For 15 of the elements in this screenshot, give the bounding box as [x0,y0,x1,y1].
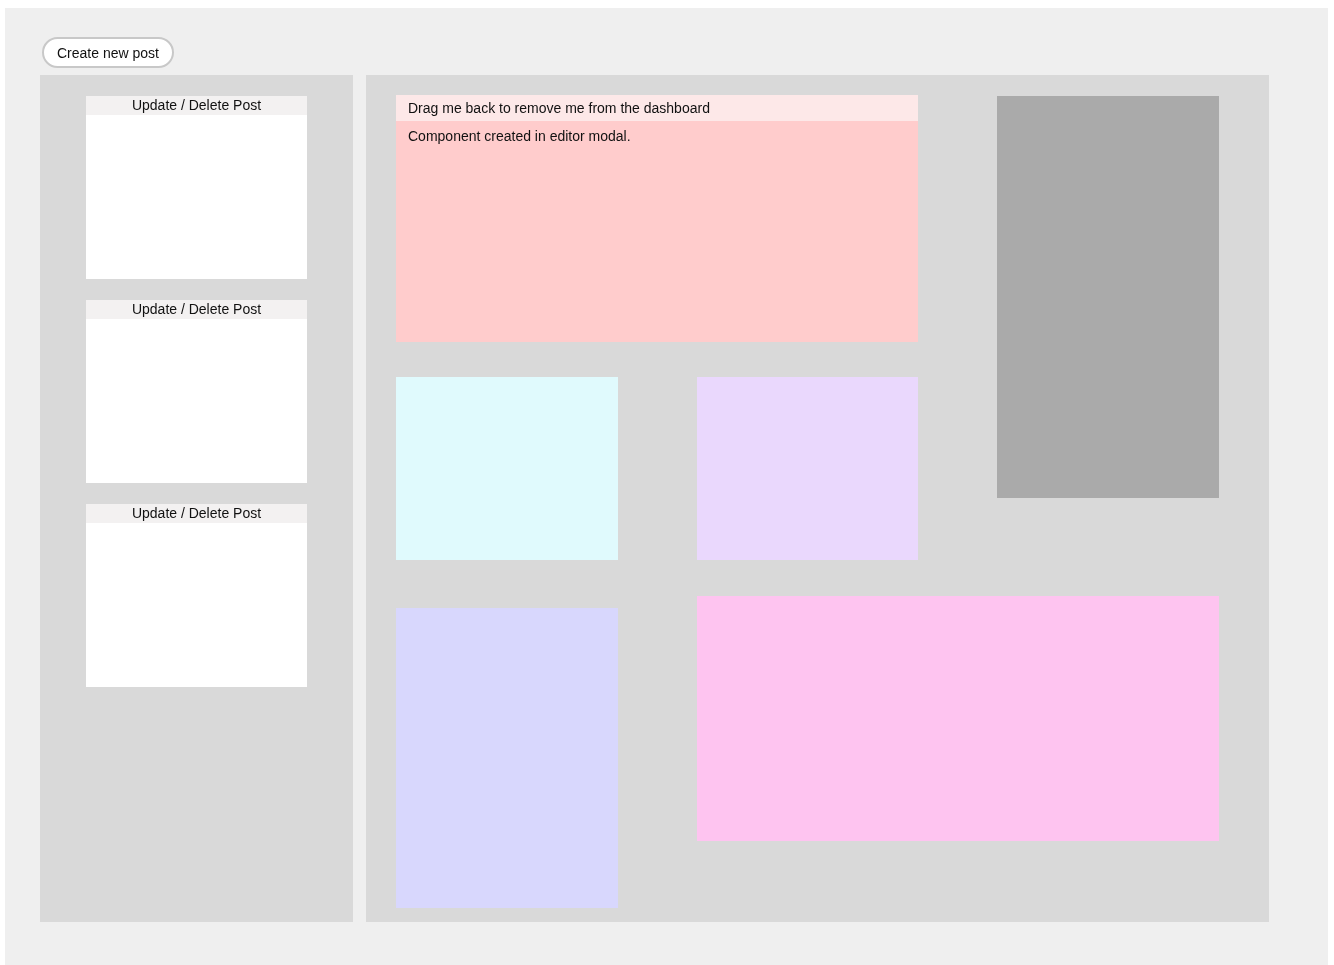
note-widget[interactable]: Drag me back to remove me from the dashboard Component created in editor modal. [396,95,918,342]
post-card[interactable]: Update / Delete Post [86,504,307,687]
dashboard-widget[interactable] [697,596,1219,841]
dashboard-widget[interactable] [396,608,618,908]
create-post-button[interactable]: Create new post [42,37,174,68]
widget-text: Component created in editor modal. [407,127,632,146]
post-card-title[interactable]: Update / Delete Post [86,504,307,523]
dashboard-widget[interactable] [997,96,1219,498]
post-card[interactable]: Update / Delete Post [86,96,307,279]
post-card[interactable]: Update / Delete Post [86,300,307,483]
post-card-title[interactable]: Update / Delete Post [86,96,307,115]
dashboard-widget[interactable] [396,377,618,560]
dashboard-widget[interactable] [697,377,918,560]
post-card-title[interactable]: Update / Delete Post [86,300,307,319]
widget-header[interactable]: Drag me back to remove me from the dashboard [396,95,918,121]
